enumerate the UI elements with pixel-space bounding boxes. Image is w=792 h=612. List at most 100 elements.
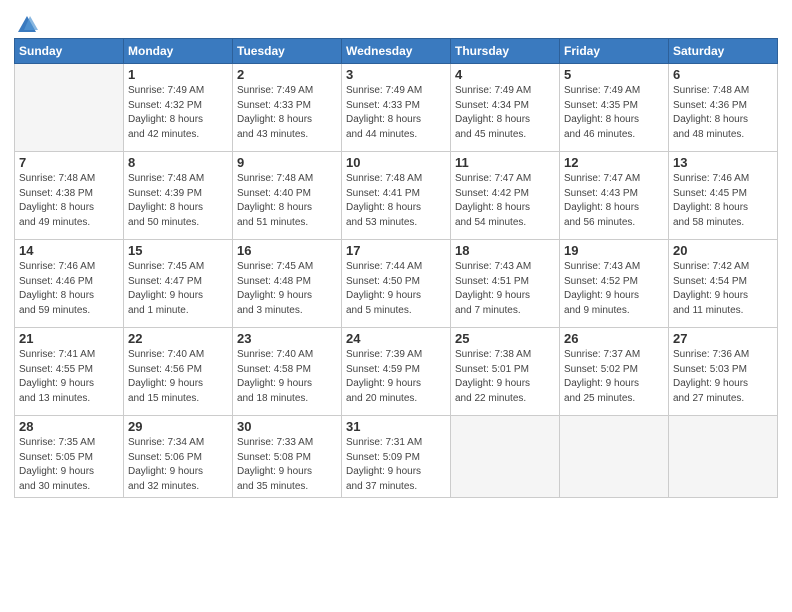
day-info: Sunrise: 7:40 AMSunset: 4:56 PMDaylight:… [128, 349, 204, 404]
day-info: Sunrise: 7:49 AMSunset: 4:35 PMDaylight:… [564, 85, 640, 140]
day-number: 3 [346, 67, 446, 82]
day-info: Sunrise: 7:39 AMSunset: 4:59 PMDaylight:… [346, 349, 422, 404]
weekday-header-thursday: Thursday [451, 39, 560, 64]
day-number: 26 [564, 331, 664, 346]
day-info: Sunrise: 7:44 AMSunset: 4:50 PMDaylight:… [346, 261, 422, 316]
day-info: Sunrise: 7:41 AMSunset: 4:55 PMDaylight:… [19, 349, 95, 404]
logo [14, 10, 38, 32]
calendar-cell: 24 Sunrise: 7:39 AMSunset: 4:59 PMDayligh… [342, 328, 451, 416]
day-info: Sunrise: 7:46 AMSunset: 4:45 PMDaylight:… [673, 173, 749, 228]
day-number: 4 [455, 67, 555, 82]
day-info: Sunrise: 7:48 AMSunset: 4:41 PMDaylight:… [346, 173, 422, 228]
calendar-cell: 5 Sunrise: 7:49 AMSunset: 4:35 PMDaylight… [560, 64, 669, 152]
day-info: Sunrise: 7:48 AMSunset: 4:40 PMDaylight:… [237, 173, 313, 228]
day-info: Sunrise: 7:34 AMSunset: 5:06 PMDaylight:… [128, 437, 204, 492]
day-number: 19 [564, 243, 664, 258]
day-info: Sunrise: 7:48 AMSunset: 4:36 PMDaylight:… [673, 85, 749, 140]
calendar-cell: 27 Sunrise: 7:36 AMSunset: 5:03 PMDayligh… [669, 328, 778, 416]
day-number: 28 [19, 419, 119, 434]
calendar-cell: 17 Sunrise: 7:44 AMSunset: 4:50 PMDayligh… [342, 240, 451, 328]
calendar-cell: 10 Sunrise: 7:48 AMSunset: 4:41 PMDayligh… [342, 152, 451, 240]
day-number: 22 [128, 331, 228, 346]
week-row-1: 1 Sunrise: 7:49 AMSunset: 4:32 PMDaylight… [15, 64, 778, 152]
calendar-cell: 23 Sunrise: 7:40 AMSunset: 4:58 PMDayligh… [233, 328, 342, 416]
day-number: 7 [19, 155, 119, 170]
day-number: 16 [237, 243, 337, 258]
calendar-cell: 30 Sunrise: 7:33 AMSunset: 5:08 PMDayligh… [233, 416, 342, 498]
calendar-body: 1 Sunrise: 7:49 AMSunset: 4:32 PMDaylight… [15, 64, 778, 498]
day-info: Sunrise: 7:45 AMSunset: 4:48 PMDaylight:… [237, 261, 313, 316]
calendar-cell: 13 Sunrise: 7:46 AMSunset: 4:45 PMDayligh… [669, 152, 778, 240]
header [14, 10, 778, 32]
calendar-cell: 29 Sunrise: 7:34 AMSunset: 5:06 PMDayligh… [124, 416, 233, 498]
day-info: Sunrise: 7:43 AMSunset: 4:51 PMDaylight:… [455, 261, 531, 316]
calendar-cell: 14Sunrise: 7:46 AMSunset: 4:46 PMDayligh… [15, 240, 124, 328]
day-info: Sunrise: 7:49 AMSunset: 4:33 PMDaylight:… [346, 85, 422, 140]
calendar-cell: 20 Sunrise: 7:42 AMSunset: 4:54 PMDayligh… [669, 240, 778, 328]
calendar-cell [15, 64, 124, 152]
day-info: Sunrise: 7:46 AMSunset: 4:46 PMDaylight:… [19, 261, 95, 316]
day-info: Sunrise: 7:47 AMSunset: 4:43 PMDaylight:… [564, 173, 640, 228]
day-info: Sunrise: 7:45 AMSunset: 4:47 PMDaylight:… [128, 261, 204, 316]
day-number: 13 [673, 155, 773, 170]
weekday-header-friday: Friday [560, 39, 669, 64]
day-info: Sunrise: 7:48 AMSunset: 4:38 PMDaylight:… [19, 173, 95, 228]
day-number: 31 [346, 419, 446, 434]
day-number: 27 [673, 331, 773, 346]
week-row-2: 7 Sunrise: 7:48 AMSunset: 4:38 PMDaylight… [15, 152, 778, 240]
day-number: 5 [564, 67, 664, 82]
calendar-cell: 11Sunrise: 7:47 AMSunset: 4:42 PMDayligh… [451, 152, 560, 240]
day-info: Sunrise: 7:42 AMSunset: 4:54 PMDaylight:… [673, 261, 749, 316]
day-number: 25 [455, 331, 555, 346]
day-info: Sunrise: 7:35 AMSunset: 5:05 PMDaylight:… [19, 437, 95, 492]
day-info: Sunrise: 7:38 AMSunset: 5:01 PMDaylight:… [455, 349, 531, 404]
day-number: 21 [19, 331, 119, 346]
day-number: 2 [237, 67, 337, 82]
week-row-3: 14Sunrise: 7:46 AMSunset: 4:46 PMDayligh… [15, 240, 778, 328]
day-info: Sunrise: 7:37 AMSunset: 5:02 PMDaylight:… [564, 349, 640, 404]
calendar-header: SundayMondayTuesdayWednesdayThursdayFrid… [15, 39, 778, 64]
day-info: Sunrise: 7:40 AMSunset: 4:58 PMDaylight:… [237, 349, 313, 404]
day-number: 9 [237, 155, 337, 170]
day-number: 18 [455, 243, 555, 258]
calendar-cell: 31Sunrise: 7:31 AMSunset: 5:09 PMDayligh… [342, 416, 451, 498]
day-info: Sunrise: 7:49 AMSunset: 4:33 PMDaylight:… [237, 85, 313, 140]
day-info: Sunrise: 7:43 AMSunset: 4:52 PMDaylight:… [564, 261, 640, 316]
day-number: 24 [346, 331, 446, 346]
day-info: Sunrise: 7:49 AMSunset: 4:32 PMDaylight:… [128, 85, 204, 140]
day-number: 1 [128, 67, 228, 82]
weekday-header-saturday: Saturday [669, 39, 778, 64]
page: SundayMondayTuesdayWednesdayThursdayFrid… [0, 0, 792, 612]
day-info: Sunrise: 7:49 AMSunset: 4:34 PMDaylight:… [455, 85, 531, 140]
calendar-cell [451, 416, 560, 498]
week-row-5: 28 Sunrise: 7:35 AMSunset: 5:05 PMDayligh… [15, 416, 778, 498]
calendar-cell: 12Sunrise: 7:47 AMSunset: 4:43 PMDayligh… [560, 152, 669, 240]
week-row-4: 21 Sunrise: 7:41 AMSunset: 4:55 PMDayligh… [15, 328, 778, 416]
day-info: Sunrise: 7:48 AMSunset: 4:39 PMDaylight:… [128, 173, 204, 228]
day-number: 17 [346, 243, 446, 258]
logo-icon [16, 14, 38, 36]
calendar-cell: 6 Sunrise: 7:48 AMSunset: 4:36 PMDaylight… [669, 64, 778, 152]
calendar-cell: 19 Sunrise: 7:43 AMSunset: 4:52 PMDayligh… [560, 240, 669, 328]
calendar-cell: 9 Sunrise: 7:48 AMSunset: 4:40 PMDaylight… [233, 152, 342, 240]
weekday-header-monday: Monday [124, 39, 233, 64]
calendar-cell: 25 Sunrise: 7:38 AMSunset: 5:01 PMDayligh… [451, 328, 560, 416]
calendar-cell [669, 416, 778, 498]
calendar-cell: 2 Sunrise: 7:49 AMSunset: 4:33 PMDaylight… [233, 64, 342, 152]
day-number: 20 [673, 243, 773, 258]
day-number: 6 [673, 67, 773, 82]
weekday-header-sunday: Sunday [15, 39, 124, 64]
weekday-header-wednesday: Wednesday [342, 39, 451, 64]
calendar: SundayMondayTuesdayWednesdayThursdayFrid… [14, 38, 778, 498]
day-number: 15 [128, 243, 228, 258]
day-info: Sunrise: 7:36 AMSunset: 5:03 PMDaylight:… [673, 349, 749, 404]
calendar-cell: 8Sunrise: 7:48 AMSunset: 4:39 PMDaylight… [124, 152, 233, 240]
day-info: Sunrise: 7:33 AMSunset: 5:08 PMDaylight:… [237, 437, 313, 492]
weekday-row: SundayMondayTuesdayWednesdayThursdayFrid… [15, 39, 778, 64]
day-number: 10 [346, 155, 446, 170]
day-number: 23 [237, 331, 337, 346]
day-number: 30 [237, 419, 337, 434]
day-number: 29 [128, 419, 228, 434]
calendar-cell: 7 Sunrise: 7:48 AMSunset: 4:38 PMDaylight… [15, 152, 124, 240]
calendar-cell: 3 Sunrise: 7:49 AMSunset: 4:33 PMDaylight… [342, 64, 451, 152]
